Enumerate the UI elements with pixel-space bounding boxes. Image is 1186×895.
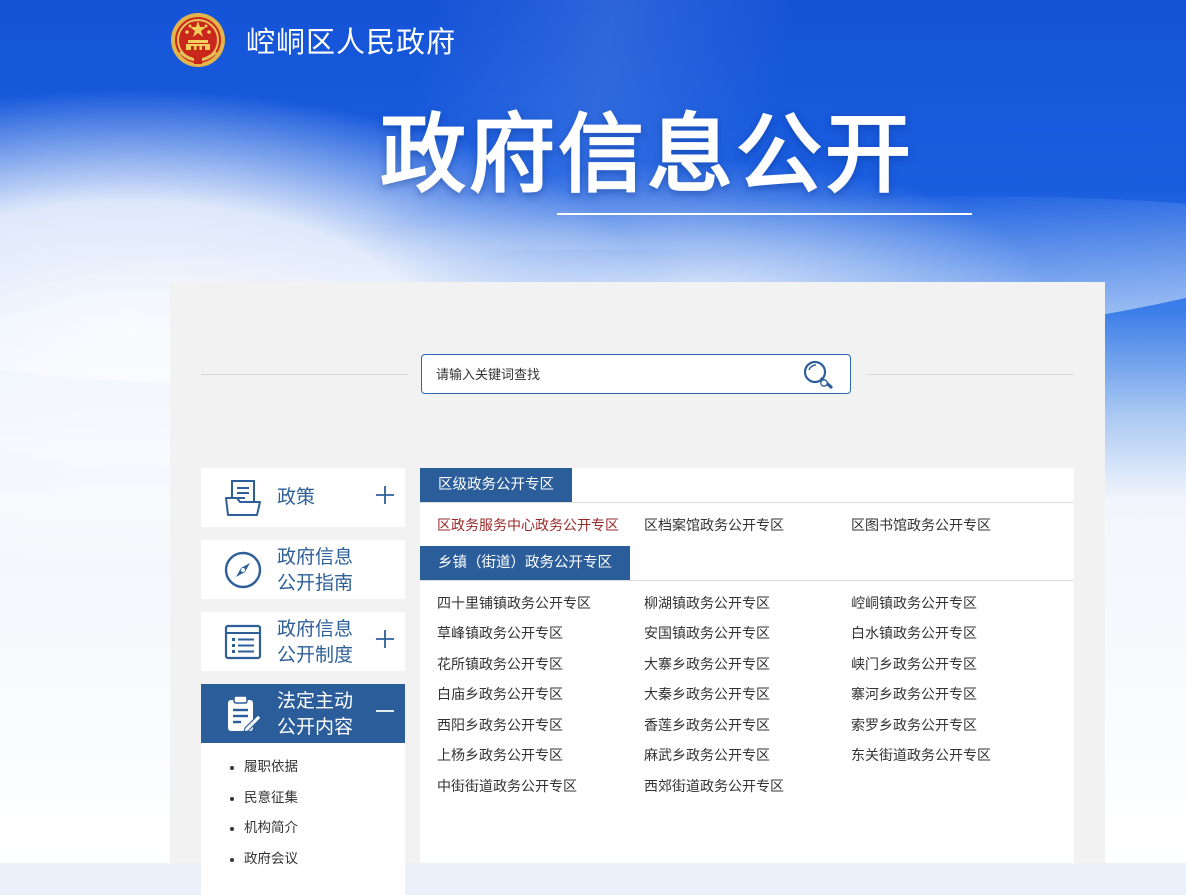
plus-icon[interactable] (375, 485, 395, 505)
zone-link[interactable]: 安国镇政务公开专区 (644, 619, 851, 650)
page-title: 政府信息公开 (380, 105, 914, 205)
zone-link[interactable]: 白庙乡政务公开专区 (437, 680, 644, 711)
section-header-district: 区级政务公开专区 (420, 468, 1074, 503)
sidebar-item-statutory[interactable]: 法定主动 公开内容 (201, 684, 405, 743)
zone-link[interactable]: 草峰镇政务公开专区 (437, 619, 644, 650)
content-area: 区级政务公开专区 区政务服务中心政务公开专区 区档案馆政务公开专区 区图书馆政务公开… (420, 468, 1074, 863)
zone-link[interactable]: 白水镇政务公开专区 (851, 619, 1058, 650)
district-link-grid: 区政务服务中心政务公开专区 区档案馆政务公开专区 区图书馆政务公开专区 (420, 503, 1074, 546)
section-tab[interactable]: 乡镇（街道）政务公开专区 (420, 545, 630, 580)
sidebar-item-label: 政府信息 公开制度 (277, 618, 354, 666)
site-header: 崆峒区人民政府 (170, 10, 456, 70)
zone-link[interactable]: 上杨乡政务公开专区 (437, 741, 644, 772)
document-icon (225, 480, 261, 516)
search-divider-right (868, 374, 1074, 375)
search-input[interactable] (422, 355, 808, 395)
zone-link[interactable]: 索罗乡政务公开专区 (851, 711, 1058, 742)
zone-link[interactable]: 东关街道政务公开专区 (851, 741, 1058, 772)
section-header-township: 乡镇（街道）政务公开专区 (420, 545, 1074, 581)
zone-link[interactable]: 崆峒镇政务公开专区 (851, 589, 1058, 620)
zone-link[interactable]: 西郊街道政务公开专区 (644, 772, 851, 803)
list-icon (224, 624, 262, 660)
section-tab[interactable]: 区级政务公开专区 (420, 468, 572, 502)
plus-icon[interactable] (375, 629, 395, 649)
zone-link[interactable]: 区政务服务中心政务公开专区 (437, 511, 644, 542)
sub-item-org-profile[interactable]: 机构简介 (201, 816, 405, 847)
township-link-grid: 四十里铺镇政务公开专区 柳湖镇政务公开专区 崆峒镇政务公开专区草峰镇政务公开专区 安国… (420, 581, 1074, 807)
sidebar-item-guide[interactable]: 政府信息 公开指南 (201, 540, 405, 599)
search-icon[interactable] (800, 359, 836, 391)
zone-link[interactable]: 区图书馆政务公开专区 (851, 511, 1058, 542)
zone-link[interactable]: 麻武乡政务公开专区 (644, 741, 851, 772)
sidebar-sub-list: 履职依据 民意征集 机构简介 政府会议 (201, 743, 405, 895)
sidebar-item-label: 政策 (277, 486, 316, 508)
sub-item-duty-basis[interactable]: 履职依据 (201, 755, 405, 786)
zone-link[interactable]: 四十里铺镇政务公开专区 (437, 589, 644, 620)
zone-link[interactable]: 香莲乡政务公开专区 (644, 711, 851, 742)
sidebar-item-label: 法定主动 公开内容 (277, 690, 354, 738)
zone-link[interactable]: 西阳乡政务公开专区 (437, 711, 644, 742)
zone-link[interactable]: 峡门乡政务公开专区 (851, 650, 1058, 681)
main-panel: 政策 政府信息 公开指南 (170, 282, 1105, 895)
sub-item-gov-meetings[interactable]: 政府会议 (201, 847, 405, 878)
site-title[interactable]: 崆峒区人民政府 (246, 19, 456, 61)
zone-link[interactable]: 中街街道政务公开专区 (437, 772, 644, 803)
compass-icon (224, 551, 262, 589)
search-box (421, 354, 851, 395)
zone-link[interactable]: 寨河乡政务公开专区 (851, 680, 1058, 711)
clipboard-edit-icon (228, 695, 262, 733)
national-emblem-icon[interactable] (170, 12, 226, 68)
title-underline (557, 213, 972, 215)
sub-item-opinion-collection[interactable]: 民意征集 (201, 786, 405, 817)
sidebar-item-label: 政府信息 公开指南 (277, 546, 354, 594)
sidebar: 政策 政府信息 公开指南 政府信息 公开制度 法定主动 公开内容 履职依据 民意… (201, 468, 405, 895)
minus-icon[interactable] (375, 701, 395, 721)
zone-link[interactable]: 柳湖镇政务公开专区 (644, 589, 851, 620)
sidebar-item-policy[interactable]: 政策 (201, 468, 405, 527)
zone-link[interactable]: 区档案馆政务公开专区 (644, 511, 851, 542)
zone-link[interactable]: 大秦乡政务公开专区 (644, 680, 851, 711)
zone-link[interactable]: 大寨乡政务公开专区 (644, 650, 851, 681)
sidebar-item-system[interactable]: 政府信息 公开制度 (201, 612, 405, 671)
zone-link[interactable]: 花所镇政务公开专区 (437, 650, 644, 681)
search-divider-left (201, 374, 408, 375)
